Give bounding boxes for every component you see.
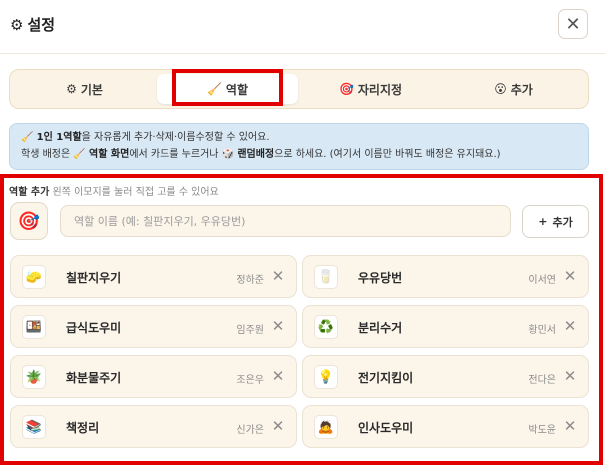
dice-icon: 🎲	[221, 149, 235, 160]
settings-tabs: ⚙ 기본 🧹 역할 🎯 자리지정 😮 추가	[9, 69, 589, 109]
role-card[interactable]: 📚 책정리 신가은 ✕	[10, 405, 297, 448]
page-title: ⚙ 설정	[10, 14, 55, 35]
assigned-student: 박도윤	[528, 425, 556, 436]
tab-label: 역할	[225, 82, 249, 97]
light-bulb-icon: 💡	[314, 365, 338, 389]
info-bold-text: 1인 1역할	[36, 132, 82, 143]
close-icon: ✕	[271, 417, 285, 435]
tab-label: 자리지정	[357, 82, 403, 97]
tab-seat-assignment[interactable]: 🎯 자리지정	[300, 74, 441, 104]
page-title-text: 설정	[27, 16, 56, 34]
tab-label: 추가	[510, 82, 533, 97]
delete-role-button[interactable]: ✕	[269, 417, 287, 435]
recycle-icon: ♻️	[314, 315, 338, 339]
add-role-button[interactable]: + 추가	[522, 205, 589, 238]
broom-icon: 🧹	[21, 132, 34, 143]
assigned-student: 정하준	[236, 275, 264, 286]
tab-roles[interactable]: 🧹 역할	[157, 74, 298, 104]
potted-plant-icon: 🪴	[22, 365, 46, 389]
broom-icon: 🧹	[206, 82, 222, 96]
close-icon: ✕	[271, 267, 285, 285]
role-add-hint: 역할 추가 왼쪽 이모지를 눌러 직접 고를 수 있어요	[9, 183, 219, 198]
assigned-student: 임주원	[236, 325, 264, 336]
role-name: 우유당번	[358, 271, 403, 285]
info-bold-text: 랜덤배정	[237, 149, 275, 160]
delete-role-button[interactable]: ✕	[269, 367, 287, 385]
books-icon: 📚	[22, 415, 46, 439]
role-name-input[interactable]	[60, 205, 511, 237]
close-icon: ✕	[563, 367, 577, 385]
info-text: 에서 카드를 누르거나	[129, 149, 219, 160]
add-role-label: 추가	[552, 215, 573, 229]
delete-role-button[interactable]: ✕	[561, 367, 579, 385]
role-name: 칠판지우기	[66, 271, 122, 285]
info-line-2: 학생 배정은 🧹 역할 화면에서 카드를 누르거나 🎲 랜덤배정으로 하세요. …	[21, 146, 588, 163]
role-name: 인사도우미	[358, 421, 414, 435]
surprised-face-icon: 😮	[494, 82, 507, 96]
target-icon: 🎯	[17, 210, 41, 232]
close-icon: ✕	[271, 317, 285, 335]
close-icon: ✕	[271, 367, 285, 385]
role-card[interactable]: 💡 전기지킴이 전다은 ✕	[302, 355, 589, 398]
assigned-student: 황민서	[528, 325, 556, 336]
gear-icon: ⚙	[66, 82, 77, 96]
assigned-student: 조은우	[236, 375, 264, 386]
delete-role-button[interactable]: ✕	[269, 317, 287, 335]
role-add-hint-text: 왼쪽 이모지를 눌러 직접 고를 수 있어요	[52, 187, 219, 198]
tab-basic[interactable]: ⚙ 기본	[14, 74, 155, 104]
broom-icon: 🧹	[73, 149, 86, 160]
info-line-1: 🧹 1인 1역할을 자유롭게 추가·삭제·이름수정할 수 있어요.	[21, 129, 588, 146]
delete-role-button[interactable]: ✕	[561, 417, 579, 435]
info-text: 을 자유롭게 추가·삭제·이름수정할 수 있어요.	[81, 132, 270, 143]
close-icon: ✕	[563, 267, 577, 285]
target-icon: 🎯	[338, 82, 354, 96]
role-name: 책정리	[66, 421, 100, 435]
tab-label: 기본	[80, 82, 103, 97]
role-name: 급식도우미	[66, 321, 122, 335]
role-add-label: 역할 추가	[9, 187, 50, 198]
role-name: 화분물주기	[66, 371, 122, 385]
assigned-student: 신가은	[236, 425, 264, 436]
role-card[interactable]: 🙇 인사도우미 박도윤 ✕	[302, 405, 589, 448]
info-box: 🧹 1인 1역할을 자유롭게 추가·삭제·이름수정할 수 있어요. 학생 배정은…	[9, 123, 589, 170]
delete-role-button[interactable]: ✕	[561, 267, 579, 285]
role-card[interactable]: 🍱 급식도우미 임주원 ✕	[10, 305, 297, 348]
settings-header: ⚙ 설정 ✕	[0, 0, 605, 54]
sponge-icon: 🧽	[22, 265, 46, 289]
role-card[interactable]: 🪴 화분물주기 조은우 ✕	[10, 355, 297, 398]
assigned-student: 전다은	[528, 375, 556, 386]
emoji-picker-button[interactable]: 🎯	[10, 202, 48, 240]
info-text: 으로 하세요. (여기서 이름만 바꿔도 배정은 유지돼요.)	[274, 149, 501, 160]
role-card[interactable]: 🧽 칠판지우기 정하준 ✕	[10, 255, 297, 298]
close-icon: ✕	[563, 317, 577, 335]
role-name: 분리수거	[358, 321, 403, 335]
close-icon: ✕	[563, 417, 577, 435]
delete-role-button[interactable]: ✕	[269, 267, 287, 285]
role-name: 전기지킴이	[358, 371, 414, 385]
assigned-student: 이서연	[528, 275, 556, 286]
milk-icon: 🥛	[314, 265, 338, 289]
role-card[interactable]: ♻️ 분리수거 황민서 ✕	[302, 305, 589, 348]
plus-icon: +	[538, 215, 548, 228]
bowing-person-icon: 🙇	[314, 415, 338, 439]
lunchbox-icon: 🍱	[22, 315, 46, 339]
info-bold-text: 역할 화면	[89, 149, 130, 160]
info-text: 학생 배정은	[21, 149, 71, 160]
close-button[interactable]: ✕	[558, 9, 588, 39]
close-icon: ✕	[565, 13, 581, 35]
tab-extra[interactable]: 😮 추가	[443, 74, 584, 104]
gear-icon: ⚙	[10, 15, 24, 34]
role-card[interactable]: 🥛 우유당번 이서연 ✕	[302, 255, 589, 298]
delete-role-button[interactable]: ✕	[561, 317, 579, 335]
